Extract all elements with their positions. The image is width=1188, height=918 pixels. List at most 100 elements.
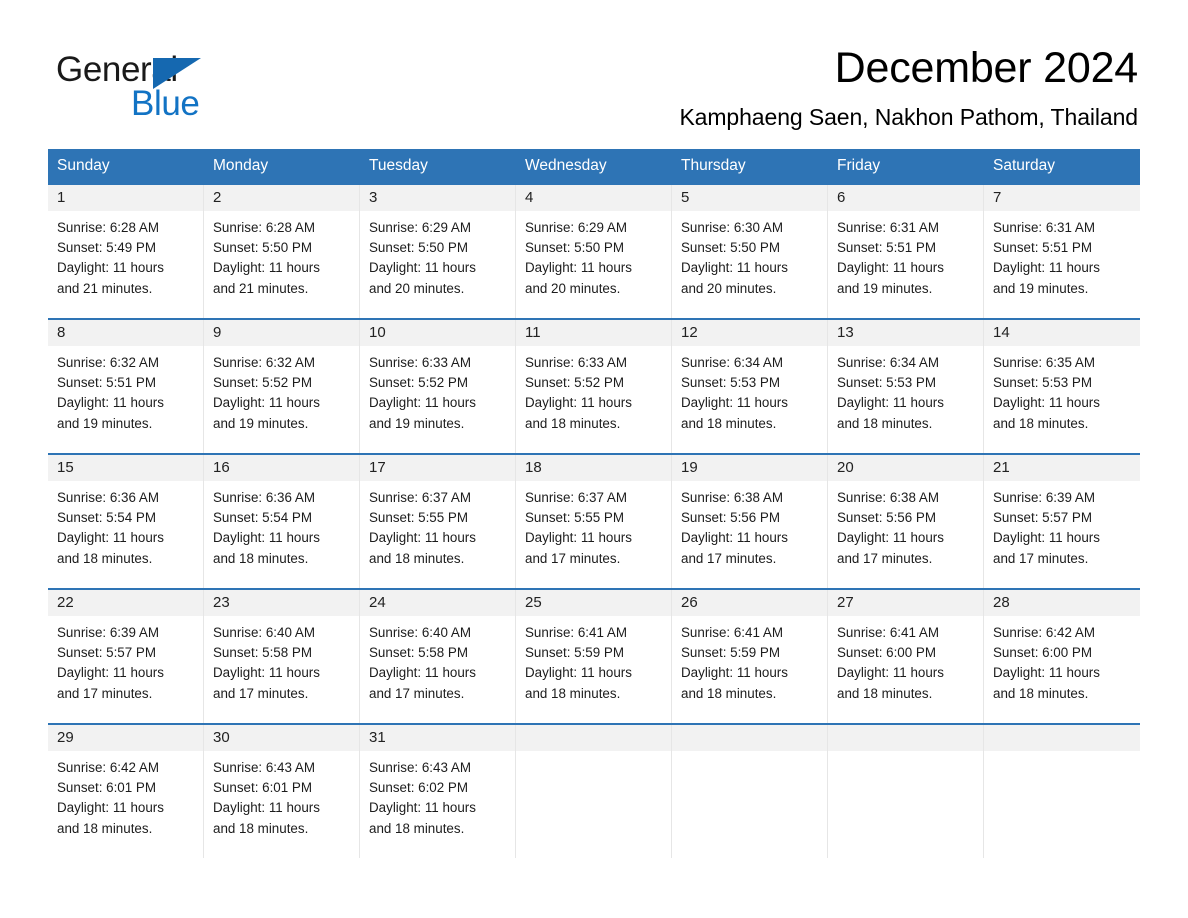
day-cell[interactable]: 21 Sunrise: 6:39 AM Sunset: 5:57 PM Dayligh… xyxy=(984,454,1140,588)
sunrise-text: Sunrise: 6:31 AM xyxy=(993,219,1095,235)
sunset-text: Sunset: 5:57 PM xyxy=(57,645,156,661)
day-cell[interactable]: 6 Sunrise: 6:31 AM Sunset: 5:51 PM Daylight… xyxy=(828,184,984,318)
sunrise-text: Sunrise: 6:38 AM xyxy=(681,489,783,505)
daylight-text-line1: Daylight: 11 hours xyxy=(525,260,632,276)
sunset-text: Sunset: 5:52 PM xyxy=(213,375,312,391)
day-cell[interactable]: 29 Sunrise: 6:42 AM Sunset: 6:01 PM Dayligh… xyxy=(48,724,204,858)
daylight-text-line1: Daylight: 11 hours xyxy=(837,665,944,681)
day-cell[interactable]: 5 Sunrise: 6:30 AM Sunset: 5:50 PM Daylight… xyxy=(672,184,828,318)
day-number-bar: 18 xyxy=(516,454,671,481)
day-number-bar: 25 xyxy=(516,589,671,616)
day-cell[interactable]: 3 Sunrise: 6:29 AM Sunset: 5:50 PM Daylight… xyxy=(360,184,516,318)
day-cell[interactable]: 4 Sunrise: 6:29 AM Sunset: 5:50 PM Daylight… xyxy=(516,184,672,318)
day-cell[interactable]: 15 Sunrise: 6:36 AM Sunset: 5:54 PM Dayligh… xyxy=(48,454,204,588)
day-number: 29 xyxy=(57,728,74,746)
calendar-week-row: 15 Sunrise: 6:36 AM Sunset: 5:54 PM Dayligh… xyxy=(48,452,1140,588)
day-number-bar: 11 xyxy=(516,319,671,346)
sunset-text: Sunset: 5:55 PM xyxy=(525,510,624,526)
day-details: Sunrise: 6:28 AM Sunset: 5:49 PM Daylight:… xyxy=(48,211,203,299)
day-cell[interactable]: 25 Sunrise: 6:41 AM Sunset: 5:59 PM Dayligh… xyxy=(516,589,672,723)
weekday-header-saturday: Saturday xyxy=(993,157,1056,175)
day-cell[interactable]: 8 Sunrise: 6:32 AM Sunset: 5:51 PM Daylight… xyxy=(48,319,204,453)
day-cell-empty xyxy=(828,724,984,858)
daylight-text-line1: Daylight: 11 hours xyxy=(993,530,1100,546)
week-grid: 15 Sunrise: 6:36 AM Sunset: 5:54 PM Dayligh… xyxy=(48,454,1140,588)
daylight-text-line2: and 18 minutes. xyxy=(369,550,465,566)
daylight-text-line2: and 18 minutes. xyxy=(681,415,777,431)
day-details: Sunrise: 6:28 AM Sunset: 5:50 PM Daylight:… xyxy=(204,211,359,299)
day-details: Sunrise: 6:41 AM Sunset: 5:59 PM Daylight:… xyxy=(672,616,827,704)
day-cell[interactable]: 23 Sunrise: 6:40 AM Sunset: 5:58 PM Dayligh… xyxy=(204,589,360,723)
weekday-header-friday: Friday xyxy=(837,157,881,175)
daylight-text-line1: Daylight: 11 hours xyxy=(681,530,788,546)
calendar-week-row: 8 Sunrise: 6:32 AM Sunset: 5:51 PM Daylight… xyxy=(48,317,1140,453)
day-number-bar: 12 xyxy=(672,319,827,346)
sunset-text: Sunset: 6:01 PM xyxy=(213,780,312,796)
day-number-bar: 14 xyxy=(984,319,1140,346)
sunset-text: Sunset: 5:58 PM xyxy=(213,645,312,661)
sunrise-text: Sunrise: 6:32 AM xyxy=(57,354,159,370)
daylight-text-line2: and 18 minutes. xyxy=(213,550,309,566)
day-number-bar: 4 xyxy=(516,184,671,211)
day-details: Sunrise: 6:39 AM Sunset: 5:57 PM Daylight:… xyxy=(48,616,203,704)
day-number-bar: 30 xyxy=(204,724,359,751)
day-details: Sunrise: 6:37 AM Sunset: 5:55 PM Daylight:… xyxy=(516,481,671,569)
day-number: 17 xyxy=(369,458,386,476)
day-cell[interactable]: 26 Sunrise: 6:41 AM Sunset: 5:59 PM Dayligh… xyxy=(672,589,828,723)
day-cell[interactable]: 10 Sunrise: 6:33 AM Sunset: 5:52 PM Dayligh… xyxy=(360,319,516,453)
sunrise-text: Sunrise: 6:33 AM xyxy=(369,354,471,370)
day-number: 7 xyxy=(993,188,1002,206)
day-cell[interactable]: 30 Sunrise: 6:43 AM Sunset: 6:01 PM Dayligh… xyxy=(204,724,360,858)
week-grid: 22 Sunrise: 6:39 AM Sunset: 5:57 PM Dayligh… xyxy=(48,589,1140,723)
day-cell[interactable]: 1 Sunrise: 6:28 AM Sunset: 5:49 PM Daylight… xyxy=(48,184,204,318)
day-details xyxy=(828,751,983,758)
weekday-header-tuesday: Tuesday xyxy=(369,157,428,175)
day-details: Sunrise: 6:42 AM Sunset: 6:01 PM Daylight:… xyxy=(48,751,203,839)
day-details: Sunrise: 6:38 AM Sunset: 5:56 PM Daylight:… xyxy=(828,481,983,569)
daylight-text-line2: and 17 minutes. xyxy=(993,550,1089,566)
day-cell[interactable]: 20 Sunrise: 6:38 AM Sunset: 5:56 PM Dayligh… xyxy=(828,454,984,588)
daylight-text-line2: and 18 minutes. xyxy=(681,685,777,701)
day-cell[interactable]: 27 Sunrise: 6:41 AM Sunset: 6:00 PM Dayligh… xyxy=(828,589,984,723)
day-cell[interactable]: 12 Sunrise: 6:34 AM Sunset: 5:53 PM Dayligh… xyxy=(672,319,828,453)
sunset-text: Sunset: 5:54 PM xyxy=(57,510,156,526)
calendar-week-row: 1 Sunrise: 6:28 AM Sunset: 5:49 PM Daylight… xyxy=(48,184,1140,318)
day-cell[interactable]: 11 Sunrise: 6:33 AM Sunset: 5:52 PM Dayligh… xyxy=(516,319,672,453)
day-number-bar: 21 xyxy=(984,454,1140,481)
daylight-text-line2: and 17 minutes. xyxy=(369,685,465,701)
sunset-text: Sunset: 5:56 PM xyxy=(681,510,780,526)
daylight-text-line2: and 19 minutes. xyxy=(57,415,153,431)
day-details: Sunrise: 6:40 AM Sunset: 5:58 PM Daylight:… xyxy=(204,616,359,704)
day-number-bar: 28 xyxy=(984,589,1140,616)
day-cell[interactable]: 2 Sunrise: 6:28 AM Sunset: 5:50 PM Daylight… xyxy=(204,184,360,318)
day-cell[interactable]: 14 Sunrise: 6:35 AM Sunset: 5:53 PM Dayligh… xyxy=(984,319,1140,453)
day-cell[interactable]: 18 Sunrise: 6:37 AM Sunset: 5:55 PM Dayligh… xyxy=(516,454,672,588)
day-details: Sunrise: 6:41 AM Sunset: 6:00 PM Daylight:… xyxy=(828,616,983,704)
day-number: 4 xyxy=(525,188,534,206)
sunrise-text: Sunrise: 6:43 AM xyxy=(213,759,315,775)
day-cell[interactable]: 19 Sunrise: 6:38 AM Sunset: 5:56 PM Dayligh… xyxy=(672,454,828,588)
sunset-text: Sunset: 5:53 PM xyxy=(681,375,780,391)
sunset-text: Sunset: 5:51 PM xyxy=(993,240,1092,256)
day-cell[interactable]: 13 Sunrise: 6:34 AM Sunset: 5:53 PM Dayligh… xyxy=(828,319,984,453)
daylight-text-line2: and 18 minutes. xyxy=(57,820,153,836)
day-cell-empty xyxy=(984,724,1140,858)
day-cell[interactable]: 7 Sunrise: 6:31 AM Sunset: 5:51 PM Daylight… xyxy=(984,184,1140,318)
sunset-text: Sunset: 5:49 PM xyxy=(57,240,156,256)
sunset-text: Sunset: 5:53 PM xyxy=(837,375,936,391)
daylight-text-line2: and 20 minutes. xyxy=(369,280,465,296)
day-cell[interactable]: 31 Sunrise: 6:43 AM Sunset: 6:02 PM Dayligh… xyxy=(360,724,516,858)
day-cell[interactable]: 16 Sunrise: 6:36 AM Sunset: 5:54 PM Dayligh… xyxy=(204,454,360,588)
daylight-text-line1: Daylight: 11 hours xyxy=(525,395,632,411)
day-cell[interactable]: 17 Sunrise: 6:37 AM Sunset: 5:55 PM Dayligh… xyxy=(360,454,516,588)
sunset-text: Sunset: 5:55 PM xyxy=(369,510,468,526)
daylight-text-line1: Daylight: 11 hours xyxy=(369,395,476,411)
day-cell[interactable]: 28 Sunrise: 6:42 AM Sunset: 6:00 PM Dayligh… xyxy=(984,589,1140,723)
day-cell[interactable]: 9 Sunrise: 6:32 AM Sunset: 5:52 PM Daylight… xyxy=(204,319,360,453)
sunrise-text: Sunrise: 6:28 AM xyxy=(213,219,315,235)
daylight-text-line2: and 19 minutes. xyxy=(993,280,1089,296)
day-number: 25 xyxy=(525,593,542,611)
day-cell[interactable]: 22 Sunrise: 6:39 AM Sunset: 5:57 PM Dayligh… xyxy=(48,589,204,723)
day-cell[interactable]: 24 Sunrise: 6:40 AM Sunset: 5:58 PM Dayligh… xyxy=(360,589,516,723)
daylight-text-line2: and 18 minutes. xyxy=(525,415,621,431)
